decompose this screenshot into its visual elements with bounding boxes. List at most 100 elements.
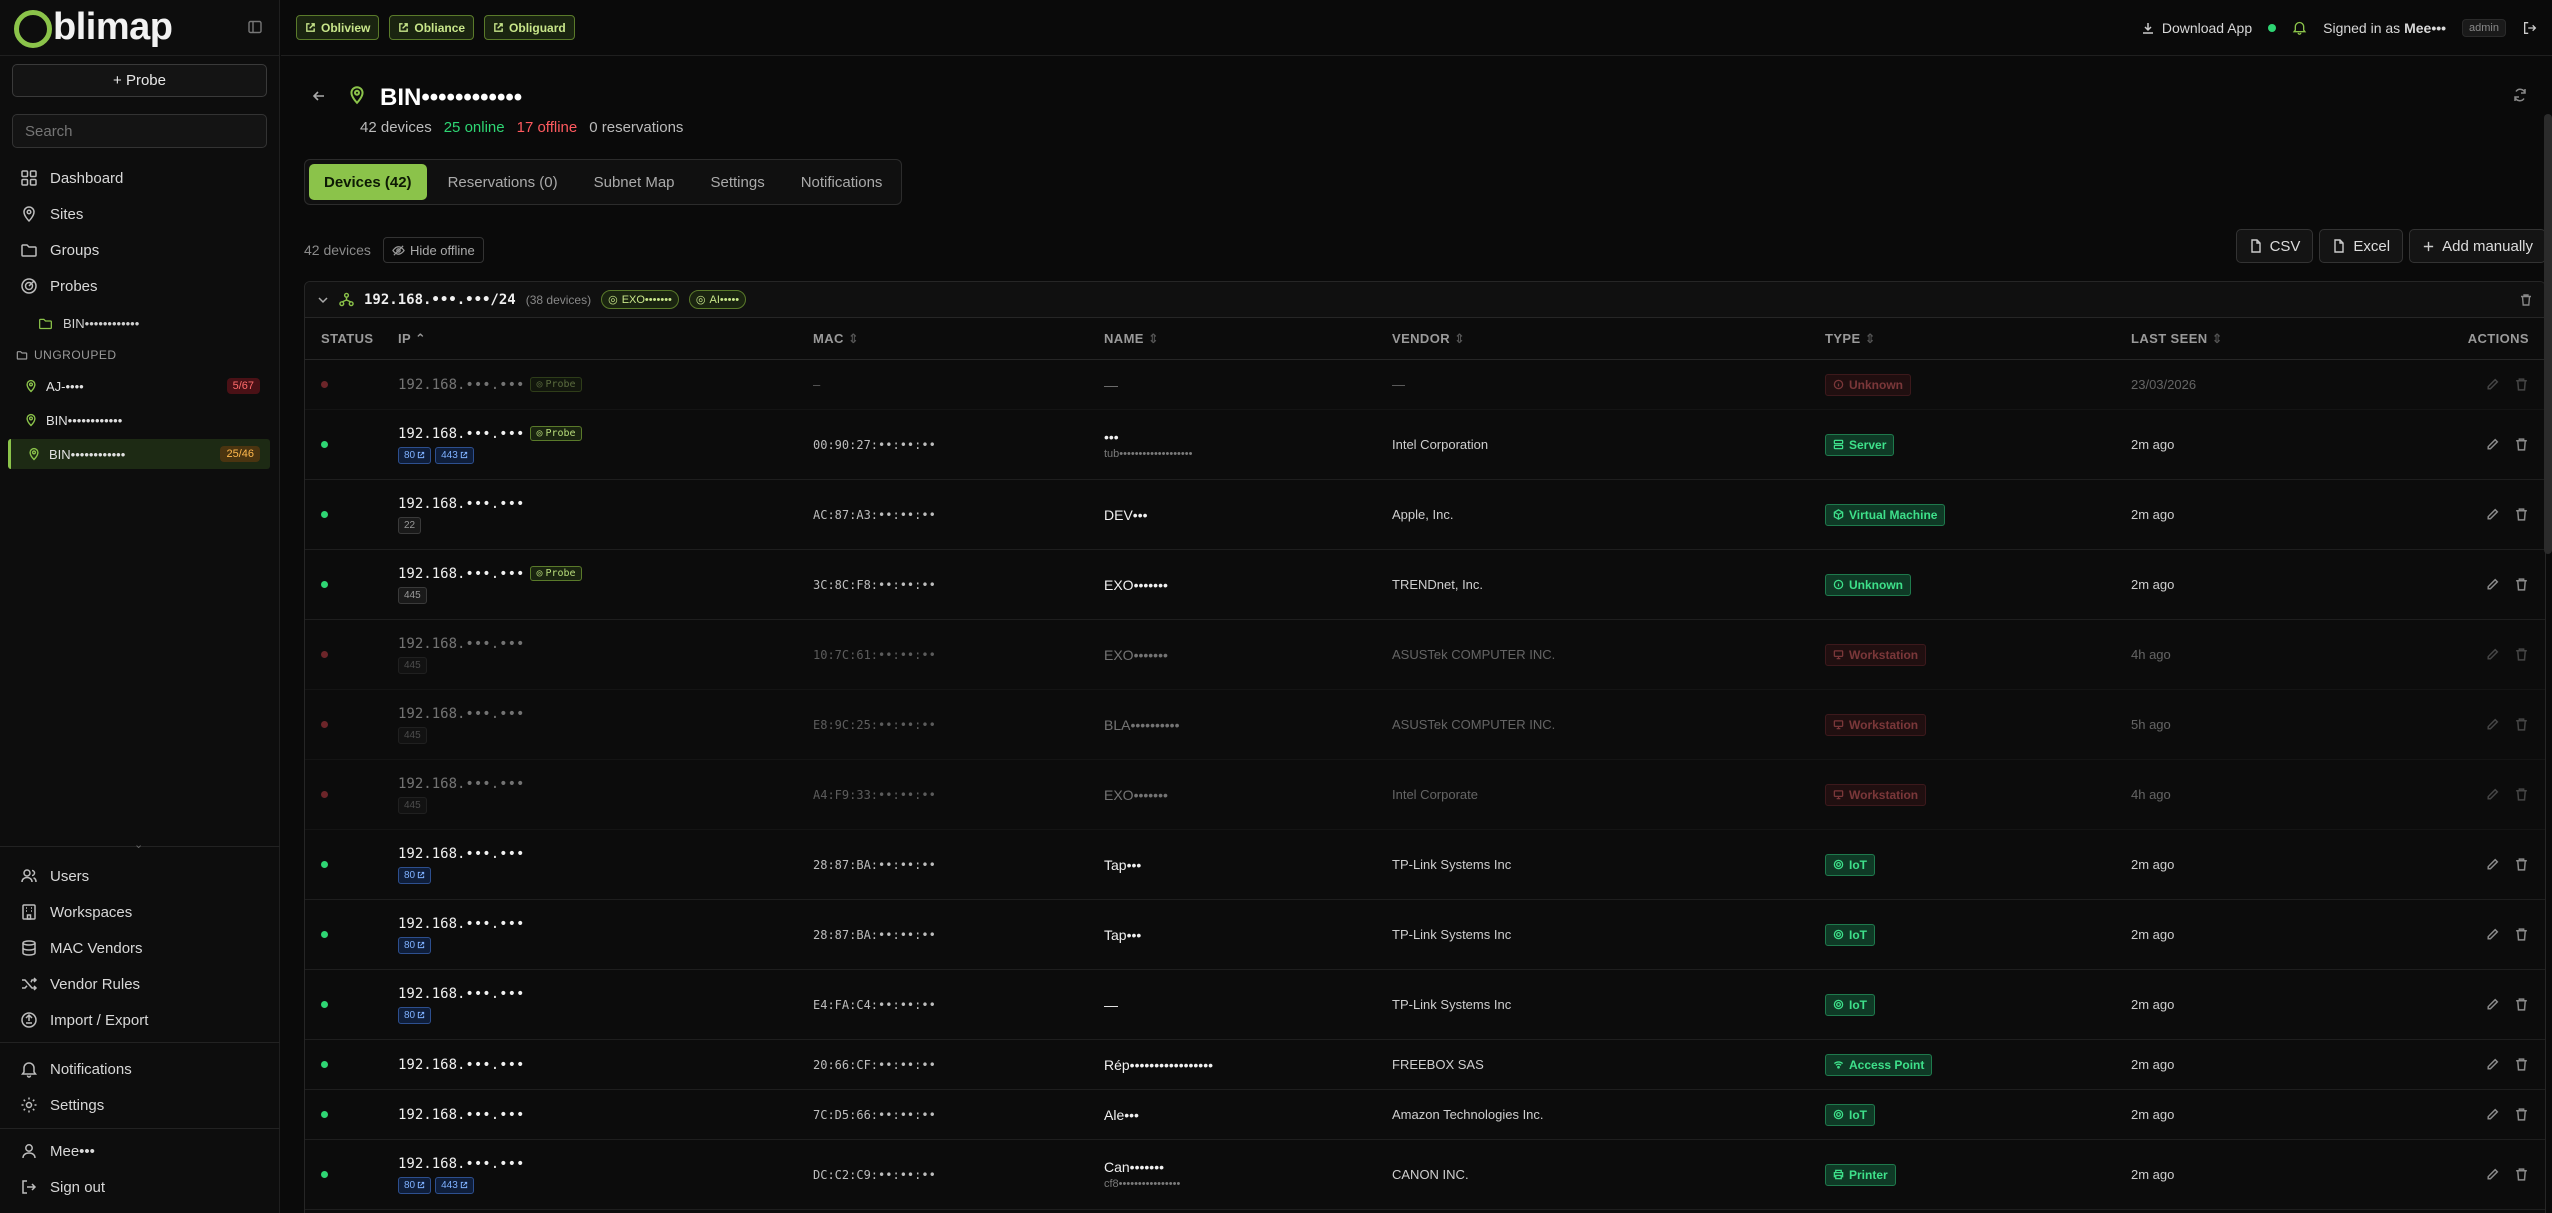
ip-address[interactable]: 192.168.•••.•••: [398, 426, 524, 442]
col-mac[interactable]: MAC ⇕: [813, 331, 859, 347]
tab-settings[interactable]: Settings: [696, 164, 780, 200]
tab-subnet-map[interactable]: Subnet Map: [579, 164, 690, 200]
edit-icon[interactable]: [2485, 717, 2500, 732]
nav-profile[interactable]: Mee•••: [20, 1140, 95, 1162]
tab-notifications[interactable]: Notifications: [786, 164, 898, 200]
add-manually-button[interactable]: Add manually: [2409, 229, 2546, 263]
port-badge[interactable]: 443: [435, 446, 474, 464]
table-row[interactable]: 192.168.•••.••• 80 28:87:BA:••:••:•• Tap•••…: [305, 900, 2545, 970]
app-switch-obliguard[interactable]: Obliguard: [484, 15, 575, 40]
trash-icon[interactable]: [2514, 717, 2529, 732]
nav-workspaces[interactable]: Workspaces: [20, 901, 132, 923]
ip-address[interactable]: 192.168.•••.•••: [398, 1156, 524, 1172]
app-switch-obliance[interactable]: Obliance: [389, 15, 475, 40]
port-badge[interactable]: 80: [398, 936, 432, 954]
port-badge[interactable]: 80: [398, 1006, 432, 1024]
ip-address[interactable]: 192.168.•••.•••: [398, 776, 524, 792]
ip-address[interactable]: 192.168.•••.•••: [398, 636, 524, 652]
device-name[interactable]: —: [1104, 997, 1118, 1013]
trash-icon[interactable]: [2514, 857, 2529, 872]
chevron-down-icon[interactable]: [317, 294, 329, 306]
nav-users[interactable]: Users: [20, 865, 89, 887]
tab-reservations[interactable]: Reservations (0): [433, 164, 573, 200]
back-arrow-icon[interactable]: [311, 88, 327, 104]
table-row[interactable]: 192.168.•••.••• ◎ Probe 445 3C:8C:F8:••:••:•…: [305, 550, 2545, 620]
ip-address[interactable]: 192.168.•••.•••: [398, 706, 524, 722]
device-name[interactable]: •••: [1104, 429, 1192, 445]
sidebar-search-input[interactable]: [12, 114, 267, 148]
table-row[interactable]: 192.168.•••.••• 445 E8:9C:25:••:••:•• BLA••…: [305, 690, 2545, 760]
device-name[interactable]: Rép•••••••••••••••••: [1104, 1057, 1213, 1073]
site-item[interactable]: BIN••••••••••••: [8, 405, 270, 435]
device-name[interactable]: EXO•••••••: [1104, 787, 1168, 803]
trash-icon[interactable]: [2514, 1167, 2529, 1182]
export-excel-button[interactable]: Excel: [2319, 229, 2404, 263]
site-item[interactable]: AJ-•••• 5/67: [8, 371, 270, 401]
port-badge[interactable]: 80: [398, 1176, 432, 1194]
trash-icon[interactable]: [2514, 507, 2529, 522]
chevron-down-icon[interactable]: ⌄: [134, 838, 143, 851]
nav-notifications[interactable]: Notifications: [20, 1058, 132, 1080]
table-row[interactable]: 192.168.•••.••• 445 10:7C:61:••:••:•• EXO••…: [305, 620, 2545, 690]
col-type[interactable]: TYPE ⇕: [1825, 331, 1876, 347]
trash-icon[interactable]: [2514, 1057, 2529, 1072]
device-name[interactable]: Tap•••: [1104, 857, 1141, 873]
col-vendor[interactable]: VENDOR ⇕: [1392, 331, 1465, 347]
ip-address[interactable]: 192.168.•••.•••: [398, 1107, 524, 1123]
table-row[interactable]: 192.168.•••.••• 20:66:CF:••:••:•• Rép•••••…: [305, 1040, 2545, 1090]
edit-icon[interactable]: [2485, 1107, 2500, 1122]
trash-icon[interactable]: [2514, 997, 2529, 1012]
add-probe-button[interactable]: + Probe: [12, 64, 267, 97]
edit-icon[interactable]: [2485, 1057, 2500, 1072]
nav-probes[interactable]: Probes: [20, 275, 98, 297]
probe-sub-item[interactable]: BIN••••••••••••: [38, 316, 139, 331]
device-name[interactable]: —: [1104, 377, 1118, 393]
hide-offline-button[interactable]: Hide offline: [382, 237, 484, 263]
export-csv-button[interactable]: CSV: [2235, 229, 2314, 263]
ip-address[interactable]: 192.168.•••.•••: [398, 377, 524, 393]
ip-address[interactable]: 192.168.•••.•••: [398, 496, 524, 512]
port-badge[interactable]: 443: [435, 1176, 474, 1194]
edit-icon[interactable]: [2485, 1167, 2500, 1182]
trash-icon[interactable]: [2514, 577, 2529, 592]
table-row[interactable]: 192.168.•••.••• ◎ Probe — — — Unknown 23/03/202…: [305, 360, 2545, 410]
ip-address[interactable]: 192.168.•••.•••: [398, 566, 524, 582]
device-name[interactable]: Ale•••: [1104, 1107, 1139, 1123]
trash-icon[interactable]: [2514, 377, 2529, 392]
ip-address[interactable]: 192.168.•••.•••: [398, 986, 524, 1002]
ip-address[interactable]: 192.168.•••.•••: [398, 1057, 524, 1073]
table-row[interactable]: 192.168.•••.••• ◎ Probe 80 443 00:90:27:••:••…: [305, 410, 2545, 480]
nav-import-export[interactable]: Import / Export: [20, 1009, 148, 1031]
device-name[interactable]: EXO•••••••: [1104, 577, 1168, 593]
table-row[interactable]: 192.168.•••.••• 445 A4:F9:33:••:••:•• EXO••…: [305, 760, 2545, 830]
edit-icon[interactable]: [2485, 377, 2500, 392]
table-row[interactable]: 192.168.•••.••• 80 E4:FA:C4:••:••:•• — TP-Li…: [305, 970, 2545, 1040]
edit-icon[interactable]: [2485, 787, 2500, 802]
col-name[interactable]: NAME ⇕: [1104, 331, 1159, 347]
col-status[interactable]: STATUS: [321, 331, 373, 346]
logout-icon[interactable]: [2522, 20, 2538, 36]
edit-icon[interactable]: [2485, 857, 2500, 872]
trash-icon[interactable]: [2514, 1107, 2529, 1122]
device-name[interactable]: Can•••••••: [1104, 1159, 1180, 1175]
collapse-sidebar-icon[interactable]: [247, 19, 265, 37]
ip-address[interactable]: 192.168.•••.•••: [398, 916, 524, 932]
edit-icon[interactable]: [2485, 507, 2500, 522]
trash-icon[interactable]: [2514, 927, 2529, 942]
refresh-icon[interactable]: [2512, 87, 2528, 103]
edit-icon[interactable]: [2485, 997, 2500, 1012]
device-name[interactable]: EXO•••••••: [1104, 647, 1168, 663]
subnet-header[interactable]: 192.168.•••.•••/24 (38 devices) ◎ EXO••••…: [305, 282, 2545, 318]
edit-icon[interactable]: [2485, 647, 2500, 662]
nav-settings[interactable]: Settings: [20, 1094, 104, 1116]
nav-sites[interactable]: Sites: [20, 203, 83, 225]
app-logo[interactable]: blimap: [14, 6, 173, 49]
app-switch-obliview[interactable]: Obliview: [296, 15, 380, 40]
table-row[interactable]: 192.168.•••.••• 80 443 DC:C2:C9:••:••:•• Can…: [305, 1140, 2545, 1210]
download-app-link[interactable]: Download App: [2141, 20, 2252, 36]
table-row[interactable]: 192.168.•••.••• 80 28:87:BA:••:••:•• Tap•••…: [305, 830, 2545, 900]
nav-mac-vendors[interactable]: MAC Vendors: [20, 937, 143, 959]
nav-dashboard[interactable]: Dashboard: [20, 167, 123, 189]
trash-icon[interactable]: [2514, 647, 2529, 662]
bell-icon[interactable]: [2292, 20, 2307, 35]
